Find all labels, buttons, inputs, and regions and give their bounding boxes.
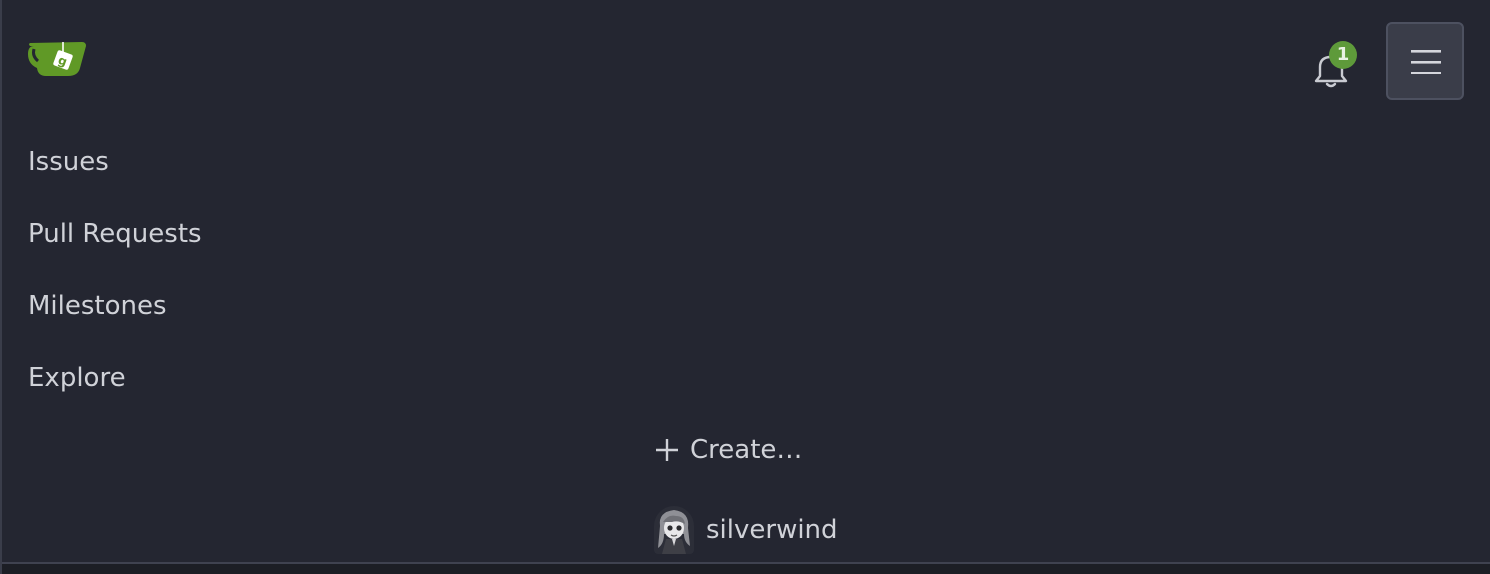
user-avatar-icon <box>654 506 694 554</box>
user-menu-item[interactable]: silverwind <box>654 506 838 554</box>
nav-item-pull-requests[interactable]: Pull Requests <box>28 218 202 250</box>
nav-item-milestones[interactable]: Milestones <box>28 290 167 322</box>
create-menu-item[interactable]: Create… <box>652 432 802 468</box>
username: silverwind <box>706 515 838 545</box>
menu-toggle-button[interactable] <box>1386 22 1464 100</box>
hamburger-icon <box>1411 50 1441 74</box>
gitea-logo-icon[interactable]: g <box>26 36 88 80</box>
create-label: Create… <box>690 435 803 465</box>
nav-item-issues[interactable]: Issues <box>28 146 109 178</box>
nav-item-explore[interactable]: Explore <box>28 362 126 394</box>
app-navbar: g 1 Issues Pull Requests Milestones Expl… <box>0 0 1490 574</box>
plus-icon <box>656 439 678 461</box>
content-edge <box>2 564 1490 574</box>
notification-count-badge[interactable]: 1 <box>1329 41 1357 69</box>
